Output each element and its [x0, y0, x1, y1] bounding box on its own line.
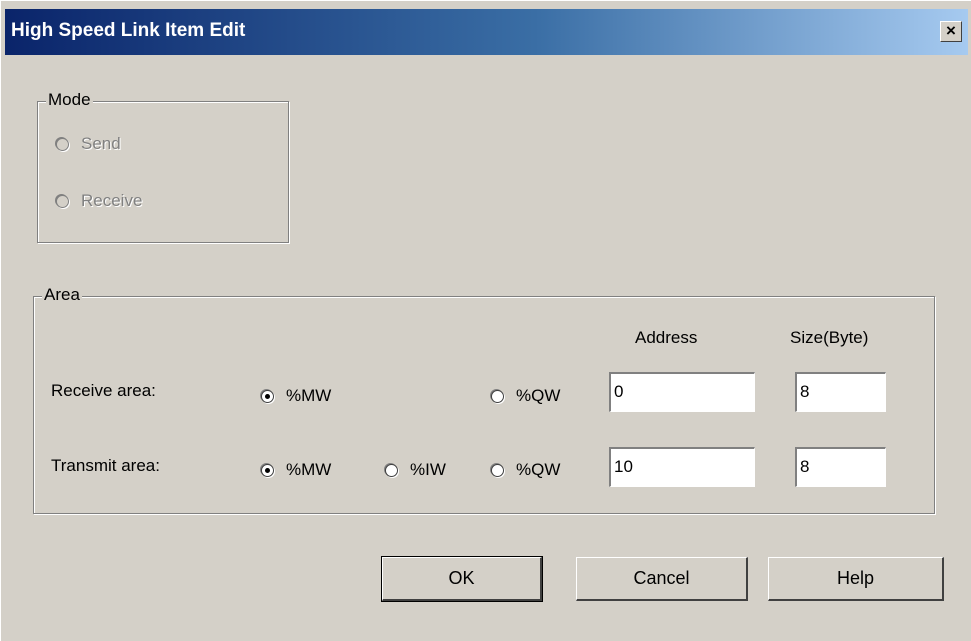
radio-receive-qw-label: %QW [516, 386, 561, 405]
radio-transmit-mw-label: %MW [286, 460, 332, 479]
receive-size-input[interactable]: 8 [795, 372, 886, 412]
cancel-button[interactable]: Cancel [576, 557, 748, 601]
mode-group: Mode [37, 90, 289, 243]
transmit-address-input[interactable]: 10 [609, 447, 755, 487]
area-group-label: Area [42, 285, 82, 305]
radio-transmit-qw[interactable] [491, 463, 504, 477]
ok-button[interactable]: OK [381, 556, 543, 602]
close-button[interactable]: × [940, 21, 962, 42]
radio-transmit-iw[interactable] [385, 463, 398, 477]
radio-send[interactable] [56, 137, 69, 151]
radio-transmit-iw-label: %IW [410, 460, 446, 479]
help-button[interactable]: Help [768, 557, 944, 601]
radio-receive-qw[interactable] [491, 389, 504, 403]
transmit-iw-option[interactable]: %IW [385, 460, 446, 480]
dialog-window: High Speed Link Item Edit × Mode Send Re… [0, 0, 971, 641]
radio-receive-label: Receive [81, 191, 143, 210]
receive-area-label: Receive area: [51, 381, 156, 400]
radio-receive[interactable] [56, 194, 69, 208]
mode-receive-option[interactable]: Receive [56, 191, 142, 211]
receive-qw-option[interactable]: %QW [491, 386, 560, 406]
radio-send-label: Send [81, 134, 121, 153]
radio-transmit-qw-label: %QW [516, 460, 561, 479]
size-header: Size(Byte) [790, 328, 869, 347]
address-header: Address [635, 328, 698, 347]
receive-mw-option[interactable]: %MW [261, 386, 331, 406]
transmit-area-label: Transmit area: [51, 456, 160, 475]
mode-send-option[interactable]: Send [56, 134, 121, 154]
window-title: High Speed Link Item Edit [11, 20, 246, 41]
transmit-mw-option[interactable]: %MW [261, 460, 331, 480]
mode-group-label: Mode [46, 90, 93, 110]
radio-transmit-mw[interactable] [261, 463, 274, 477]
radio-receive-mw-label: %MW [286, 386, 332, 405]
receive-address-input[interactable]: 0 [609, 372, 755, 412]
close-icon: × [946, 21, 956, 40]
transmit-size-input[interactable]: 8 [795, 447, 886, 487]
transmit-qw-option[interactable]: %QW [491, 460, 560, 480]
radio-receive-mw[interactable] [261, 389, 274, 403]
title-bar[interactable]: High Speed Link Item Edit × [5, 9, 968, 55]
